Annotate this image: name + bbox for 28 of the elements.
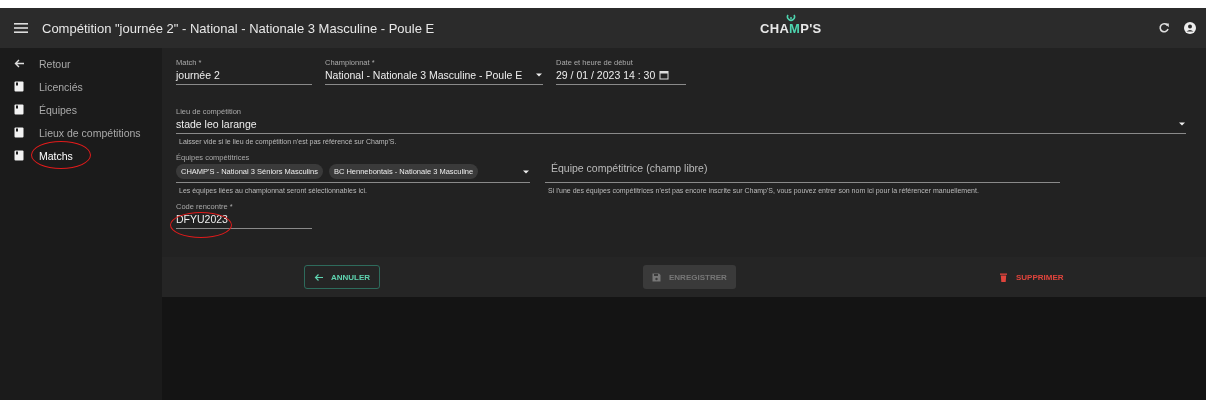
book-icon (14, 81, 24, 92)
caret-icon (1178, 121, 1186, 127)
caret-icon (522, 168, 530, 175)
sidebar-item[interactable]: Lieux de compétitions (39, 126, 141, 139)
menu-icon[interactable] (14, 22, 28, 34)
logo-lettering: M (789, 21, 801, 36)
sidebar-item[interactable]: Matchs (39, 149, 73, 162)
sidebar-item[interactable]: Équipes (39, 103, 77, 116)
cancel-button[interactable]: ANNULER (304, 265, 381, 289)
text-field[interactable]: Équipe compétitrice (champ libre) (545, 156, 1060, 183)
book-icon (14, 150, 24, 161)
sidebar-item[interactable]: Licenciés (39, 80, 83, 93)
back-arrow-icon[interactable] (14, 58, 24, 69)
book-icon (14, 104, 24, 115)
arrow-left-icon (314, 272, 323, 282)
account-icon[interactable] (1184, 22, 1196, 34)
caret-icon (535, 72, 543, 78)
logo-lettering: CHA (760, 21, 790, 36)
logo-icon (785, 14, 796, 22)
save-icon (652, 272, 661, 282)
calendar-icon (659, 70, 670, 80)
page-title: Compétition "journée 2" - National - Nationale 3 Masculine - Poule E (42, 20, 435, 36)
delete-button[interactable]: SUPPRIMER (990, 265, 1073, 289)
trash-icon (999, 272, 1008, 282)
back-link[interactable]: Retour (39, 57, 71, 70)
book-icon (14, 127, 24, 138)
refresh-icon[interactable] (1158, 22, 1170, 34)
logo-lettering: P'S (800, 21, 822, 36)
